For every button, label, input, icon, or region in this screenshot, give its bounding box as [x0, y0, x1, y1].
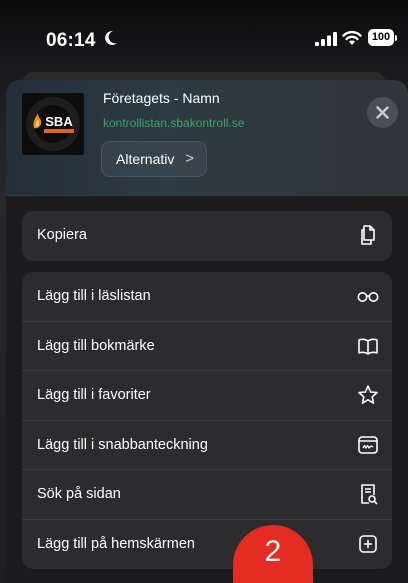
- wifi-icon: [342, 30, 362, 45]
- glasses-icon: [357, 292, 379, 302]
- site-logo-text: SBA: [45, 114, 73, 129]
- menu-group-actions: Lägg till i läslistan Lägg till bokmärke…: [22, 272, 392, 569]
- chevron-right-icon: >: [185, 150, 194, 167]
- header-divider: [6, 195, 408, 196]
- find-in-page-icon: [361, 484, 378, 505]
- signal-icon: [315, 32, 337, 46]
- menu-item-bookmark[interactable]: Lägg till bokmärke: [22, 322, 392, 371]
- star-icon: [358, 385, 378, 404]
- battery-level: 100: [368, 29, 394, 46]
- close-icon: [376, 106, 389, 119]
- battery-icon: 100: [368, 29, 398, 47]
- menu-item-quick-note[interactable]: Lägg till i snabbanteckning: [22, 421, 392, 470]
- menu-item-label: Lägg till i läslistan: [37, 288, 151, 304]
- menu-item-copy[interactable]: Kopiera: [22, 211, 392, 261]
- site-logo: SBA: [22, 93, 84, 155]
- close-button[interactable]: [367, 97, 398, 128]
- menu-item-label: Lägg till bokmärke: [37, 337, 155, 354]
- menu-item-reading-list[interactable]: Lägg till i läslistan: [22, 272, 392, 322]
- menu-item-label: Lägg till i favoriter: [37, 387, 151, 403]
- add-square-icon: [359, 534, 377, 553]
- share-header: SBA Företagets - Namn kontrollistan.sbak…: [6, 80, 408, 195]
- book-icon: [358, 338, 378, 355]
- menu-item-find-on-page[interactable]: Sök på sidan: [22, 470, 392, 520]
- phone-screen: 06:14 100 SBA Företagets - Namn kontroll…: [0, 0, 408, 583]
- menu-item-add-to-home-screen[interactable]: Lägg till på hemskärmen: [22, 520, 392, 570]
- copy-icon: [361, 225, 375, 245]
- menu-group-copy: Kopiera: [22, 211, 392, 261]
- status-time: 06:14: [46, 30, 96, 51]
- menu-item-label: Lägg till i snabbanteckning: [37, 436, 208, 453]
- menu-item-favorites[interactable]: Lägg till i favoriter: [22, 371, 392, 421]
- share-sheet: SBA Företagets - Namn kontrollistan.sbak…: [6, 80, 408, 583]
- site-title: Företagets - Namn: [103, 90, 220, 106]
- menu-item-label: Sök på sidan: [37, 486, 121, 502]
- menu-item-label: Kopiera: [37, 227, 87, 243]
- quick-note-icon: [358, 435, 378, 454]
- moon-icon: [105, 30, 117, 45]
- menu-item-label: Lägg till på hemskärmen: [37, 535, 195, 552]
- status-bar: 06:14 100: [0, 0, 408, 70]
- options-label: Alternativ: [116, 151, 175, 167]
- options-button[interactable]: Alternativ >: [101, 141, 207, 177]
- site-url: kontrollistan.sbakontroll.se: [103, 116, 245, 130]
